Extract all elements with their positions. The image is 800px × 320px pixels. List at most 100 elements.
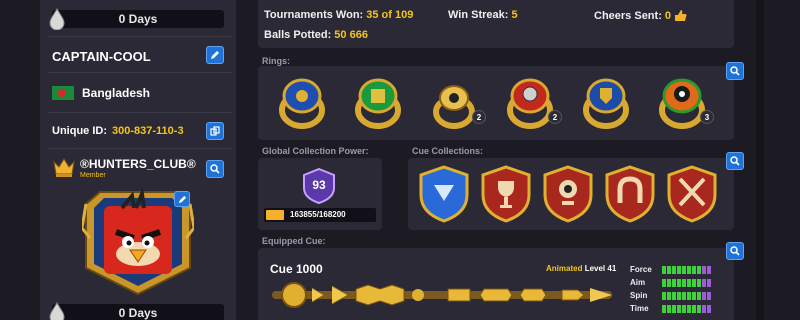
attribute-segment (682, 265, 686, 274)
attribute-segment (697, 278, 701, 287)
equipped-cue-search-button[interactable] (726, 242, 744, 260)
search-icon (730, 66, 740, 76)
droplet-icon (49, 8, 65, 30)
attribute-bar (662, 304, 711, 313)
club-search-button[interactable] (206, 160, 224, 178)
global-power-title: Global Collection Power: (262, 146, 369, 156)
attribute-segment (672, 278, 676, 287)
pencil-icon (211, 51, 219, 59)
rack-shield-icon[interactable] (418, 165, 470, 223)
thumbs-up-icon (674, 10, 687, 21)
crossed-swords-shield-icon[interactable] (666, 165, 718, 223)
stats-panel: Tournaments Won: 35 of 109 Win Streak: 5… (258, 0, 734, 48)
copy-id-button[interactable] (206, 122, 224, 140)
profile-sidebar: 0 Days CAPTAIN-COOL Bangladesh Unique ID… (40, 0, 236, 320)
gold-8ball-ring-icon[interactable] (430, 76, 478, 132)
scrollbar[interactable] (756, 0, 764, 320)
profile-screen: 0 Days CAPTAIN-COOL Bangladesh Unique ID… (0, 0, 800, 320)
attribute-segment (672, 265, 676, 274)
cheers-value: 0 (664, 9, 671, 22)
club-role: Member (80, 172, 106, 179)
attribute-segment (707, 278, 711, 287)
attribute-segment (667, 291, 671, 300)
divider (48, 36, 232, 37)
unique-id-label: Unique ID: (52, 125, 107, 137)
club-crown-icon (53, 158, 75, 177)
attribute-segment (662, 304, 666, 313)
attribute-segment (692, 291, 696, 300)
tournaments-value: 35 of 109 (366, 9, 414, 21)
balls-value: 50 666 (334, 29, 368, 41)
attribute-segment (667, 278, 671, 287)
blue-crest-ring-icon[interactable] (582, 74, 630, 130)
cup-8-shield-icon[interactable] (542, 165, 594, 223)
rings-title: Rings: (262, 56, 290, 66)
club-name[interactable]: ®HUNTERS_CLUB® (80, 157, 196, 171)
attribute-segment (697, 304, 701, 313)
unique-id-value: 300-837-110-3 (112, 125, 184, 137)
green-gold-ring-icon[interactable] (354, 74, 402, 130)
attribute-segment (667, 304, 671, 313)
cue-collections-search-button[interactable] (726, 152, 744, 170)
attribute-label: Aim (630, 278, 646, 287)
attribute-segment (667, 265, 671, 274)
attribute-segment (687, 278, 691, 287)
ring-count-badge: 2 (472, 110, 486, 124)
attribute-segment (662, 278, 666, 287)
search-icon (210, 164, 220, 174)
droplet-icon (49, 302, 65, 320)
cue-collections-panel (408, 158, 734, 230)
balls-label: Balls Potted: (264, 29, 332, 41)
attribute-segment (687, 304, 691, 313)
country-row: Bangladesh (52, 84, 228, 102)
attribute-segment (702, 304, 706, 313)
top-days-text: 0 Days (118, 12, 158, 26)
attribute-label: Time (630, 304, 649, 313)
attribute-aim: Aim (630, 278, 711, 287)
edit-name-button[interactable] (206, 46, 224, 64)
streak-label: Win Streak: (448, 9, 509, 21)
attribute-segment (687, 291, 691, 300)
attribute-spin: Spin (630, 291, 711, 300)
8ball-flame-ring-icon[interactable] (658, 74, 706, 130)
attribute-bar (662, 265, 711, 274)
attribute-segment (707, 304, 711, 313)
edit-avatar-button[interactable] (174, 191, 190, 207)
horseshoe-shield-icon[interactable] (604, 165, 656, 223)
attribute-label: Spin (630, 291, 648, 300)
attribute-segment (662, 291, 666, 300)
red-film-ring-icon[interactable] (506, 74, 554, 130)
attribute-segment (697, 291, 701, 300)
attribute-segment (682, 291, 686, 300)
divider (48, 112, 232, 113)
cue-collections-title: Cue Collections: (412, 146, 484, 156)
cheers-sent: Cheers Sent: 0 (594, 9, 687, 22)
cheers-label: Cheers Sent: (594, 9, 662, 22)
attribute-bar (662, 278, 711, 287)
global-power-panel: 93 163855/168200 (258, 158, 382, 230)
power-progress-text: 163855/168200 (290, 210, 346, 219)
attribute-segment (672, 304, 676, 313)
trophy-shield-icon[interactable] (480, 165, 532, 223)
attribute-segment (682, 304, 686, 313)
unique-id-row: Unique ID: 300-837-110-3 (52, 123, 228, 139)
attribute-segment (687, 265, 691, 274)
equipped-cue-icon[interactable] (272, 280, 622, 310)
attribute-segment (692, 278, 696, 287)
rings-panel: 2 2 3 (258, 66, 734, 140)
attribute-time: Time (630, 304, 711, 313)
power-level: 93 (312, 178, 326, 192)
username: CAPTAIN-COOL (52, 48, 151, 64)
attribute-segment (707, 291, 711, 300)
rings-search-button[interactable] (726, 62, 744, 80)
cue-name: Cue 1000 (270, 262, 323, 276)
attribute-segment (682, 278, 686, 287)
days-pill-top: 0 Days (49, 8, 224, 30)
attribute-label: Force (630, 265, 652, 274)
divider (48, 148, 232, 149)
username-row: CAPTAIN-COOL (52, 46, 228, 66)
attribute-segment (672, 291, 676, 300)
country-name: Bangladesh (82, 86, 151, 100)
blue-gold-ring-icon[interactable] (278, 74, 326, 130)
tournaments-won: Tournaments Won: 35 of 109 (264, 9, 413, 21)
